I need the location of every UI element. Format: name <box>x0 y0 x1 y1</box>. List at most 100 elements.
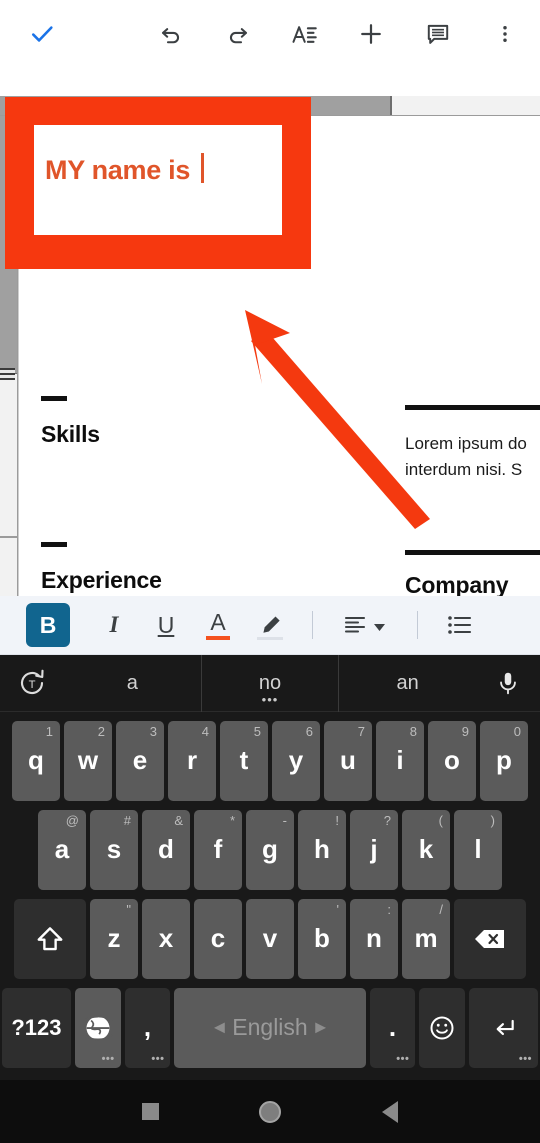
key-hint: * <box>229 812 235 828</box>
key-r[interactable]: 4r <box>168 720 216 801</box>
text-format-icon <box>292 25 317 43</box>
comment-button[interactable] <box>415 12 461 56</box>
enter-key[interactable]: ••• <box>469 987 538 1068</box>
key-p[interactable]: 0p <box>480 720 528 801</box>
key-j[interactable]: ? j <box>350 809 398 890</box>
key-extra-dots: ••• <box>101 1052 115 1065</box>
key-o[interactable]: 9o <box>428 720 476 801</box>
italic-button[interactable]: I <box>88 603 140 647</box>
lorem-paragraph[interactable]: Lorem ipsum do interdum nisi. S <box>405 431 527 483</box>
section-dash <box>41 542 67 547</box>
key-m[interactable]: / m <box>402 898 450 979</box>
key-g[interactable]: -g <box>246 809 294 890</box>
key-hint: ? <box>383 812 391 828</box>
key-c[interactable]: c <box>194 898 242 979</box>
suggestion-1-text: no <box>258 671 282 694</box>
home-circle-icon <box>259 1100 281 1123</box>
key-b[interactable]: ' b <box>298 898 346 979</box>
key-label: q <box>28 745 44 775</box>
keyboard-row-1: 1q 2w 3e 4r 5t 6y 7u 8i 9o 0p <box>0 716 540 805</box>
company-heading[interactable]: Company Na <box>405 572 540 596</box>
home-button[interactable] <box>210 1100 330 1123</box>
lorem-line-2: interdum nisi. S <box>405 459 523 479</box>
done-check-button[interactable] <box>20 14 64 54</box>
suggestion-2-text: an <box>396 671 419 694</box>
key-label: v <box>262 923 278 953</box>
experience-heading: Experience <box>41 567 162 593</box>
space-language-label: English <box>232 1014 308 1040</box>
back-button[interactable] <box>330 1100 450 1123</box>
key-label: d <box>158 834 174 864</box>
underline-button[interactable]: U <box>140 603 192 647</box>
recents-button[interactable] <box>90 1103 210 1120</box>
redo-button[interactable] <box>215 12 261 56</box>
suggestion-1[interactable]: no ••• <box>200 654 340 712</box>
vertical-ruler-handle[interactable] <box>0 368 15 380</box>
space-prev-language-arrow[interactable]: ◄ <box>210 1017 228 1038</box>
right-section-rule-1 <box>405 405 540 410</box>
toolbar-divider <box>417 611 418 639</box>
key-e[interactable]: 3e <box>116 720 164 801</box>
key-label: l <box>474 834 482 864</box>
keyboard-row-2: @ a # s & d * f -g ! h ? j (k ) l <box>0 805 540 894</box>
key-label: p <box>496 745 512 775</box>
comma-key[interactable]: , ••• <box>124 987 171 1068</box>
voice-input-button[interactable] <box>476 669 540 697</box>
suggestion-0[interactable]: a <box>64 655 201 712</box>
key-hint: 3 <box>149 723 157 739</box>
section-dash <box>41 396 67 401</box>
backspace-key[interactable] <box>454 898 526 979</box>
key-h[interactable]: ! h <box>298 809 346 890</box>
underline-label: U <box>157 611 175 638</box>
svg-text:T: T <box>29 679 36 691</box>
suggestion-2[interactable]: an <box>339 655 476 712</box>
key-n[interactable]: :n <box>350 898 398 979</box>
key-i[interactable]: 8i <box>376 720 424 801</box>
key-extra-dots: ••• <box>151 1052 165 1065</box>
rotate-translate-icon: T <box>20 669 44 695</box>
skills-section[interactable]: Skills <box>41 396 100 448</box>
symbols-key[interactable]: ?123 <box>2 987 71 1068</box>
key-d[interactable]: & d <box>142 809 190 890</box>
undo-button[interactable] <box>148 12 194 56</box>
space-key[interactable]: ◄ English ► <box>174 987 366 1068</box>
emoji-key[interactable] <box>419 987 466 1068</box>
text-entry-area[interactable]: MY name is <box>34 125 282 235</box>
period-key[interactable]: . ••• <box>369 987 416 1068</box>
key-l[interactable]: ) l <box>454 809 502 890</box>
highlight-button[interactable] <box>244 603 296 647</box>
shift-key[interactable] <box>14 898 86 979</box>
key-hint: ' <box>336 901 339 917</box>
key-k[interactable]: (k <box>402 809 450 890</box>
suggestion-expand-dots[interactable]: ••• <box>262 693 279 706</box>
key-label: i <box>396 745 404 775</box>
bulleted-list-button[interactable] <box>434 603 486 647</box>
key-q[interactable]: 1q <box>12 720 60 801</box>
space-next-language-arrow[interactable]: ► <box>312 1017 330 1038</box>
key-u[interactable]: 7u <box>324 720 372 801</box>
key-f[interactable]: * f <box>194 809 242 890</box>
text-color-button[interactable]: A <box>192 603 244 647</box>
language-switch-key[interactable]: ••• <box>74 987 121 1068</box>
key-v[interactable]: v <box>246 898 294 979</box>
key-z[interactable]: " z <box>90 898 138 979</box>
insert-button[interactable] <box>348 12 394 56</box>
app-bar <box>0 0 540 68</box>
text-format-button[interactable] <box>282 12 328 56</box>
key-hint: 2 <box>97 723 105 739</box>
key-w[interactable]: 2w <box>64 720 112 801</box>
key-label: y <box>288 745 304 775</box>
highlight-swatch <box>257 637 283 640</box>
key-label: w <box>77 745 99 775</box>
bold-button[interactable]: B <box>26 603 70 647</box>
key-x[interactable]: x <box>142 898 190 979</box>
key-a[interactable]: @ a <box>38 809 86 890</box>
align-button[interactable] <box>329 603 401 647</box>
overflow-menu-button[interactable] <box>482 12 528 56</box>
key-s[interactable]: # s <box>90 809 138 890</box>
typed-text: MY name is <box>45 155 198 185</box>
key-t[interactable]: 5t <box>220 720 268 801</box>
key-y[interactable]: 6y <box>272 720 320 801</box>
translate-toggle-button[interactable]: T <box>0 668 64 698</box>
experience-section[interactable]: Experience <box>41 542 162 594</box>
